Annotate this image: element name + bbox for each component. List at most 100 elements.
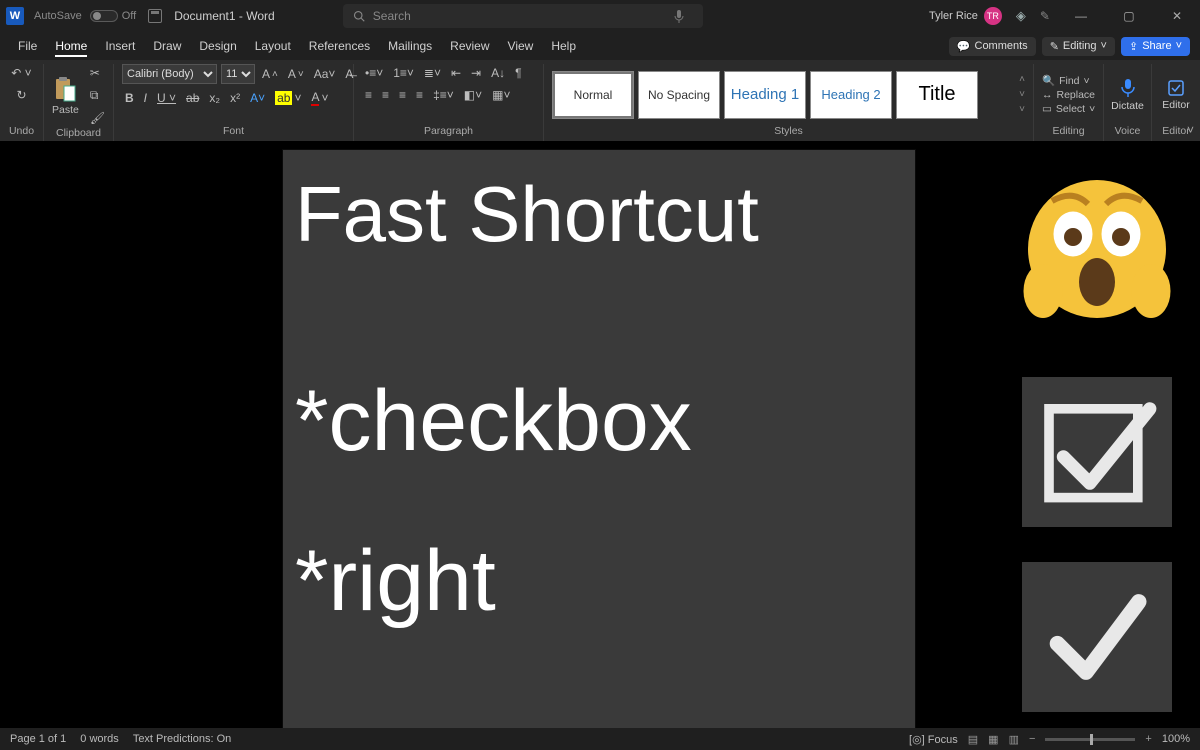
font-name-select[interactable]: Calibri (Body) <box>122 64 217 84</box>
search-icon <box>353 10 365 22</box>
menu-mailings[interactable]: Mailings <box>388 35 432 57</box>
style-title[interactable]: Title <box>896 71 978 119</box>
highlight-button[interactable]: ab˅ <box>272 89 304 107</box>
paste-icon <box>54 76 76 102</box>
diamond-icon[interactable]: ◈ <box>1016 8 1026 24</box>
doc-line-3: *right <box>295 536 903 626</box>
strike-button[interactable]: ab <box>183 89 202 107</box>
shading-button[interactable]: ◧˅ <box>461 86 485 104</box>
bold-button[interactable]: B <box>122 89 137 107</box>
copy-button[interactable]: ⧉ <box>87 86 102 105</box>
menu-layout[interactable]: Layout <box>255 35 291 57</box>
select-button[interactable]: ▭ Select ˅ <box>1042 103 1095 115</box>
menu-review[interactable]: Review <box>450 35 489 57</box>
user-name: Tyler Rice <box>929 10 978 22</box>
align-left-button[interactable]: ≡ <box>362 86 375 104</box>
group-editing-label: Editing <box>1042 125 1095 139</box>
align-right-button[interactable]: ≡ <box>396 86 409 104</box>
dictate-button[interactable]: Dictate <box>1111 78 1144 112</box>
cut-button[interactable]: ✂ <box>87 64 103 82</box>
style-heading2[interactable]: Heading 2 <box>810 71 892 119</box>
font-size-select[interactable]: 11 <box>221 64 255 84</box>
status-predictions[interactable]: Text Predictions: On <box>133 733 231 745</box>
coming-soon-icon[interactable]: ✎ <box>1040 9 1050 23</box>
menu-bar: File Home Insert Draw Design Layout Refe… <box>0 32 1200 60</box>
zoom-out-button[interactable]: − <box>1029 733 1035 745</box>
styles-down-icon[interactable]: ˅ <box>1019 89 1025 100</box>
paste-button[interactable]: Paste <box>52 76 79 116</box>
align-center-button[interactable]: ≡ <box>379 86 392 104</box>
page[interactable]: Fast Shortcut *checkbox *right <box>283 150 915 730</box>
share-button[interactable]: ⇪ Share ˅ <box>1121 37 1190 56</box>
undo-button[interactable]: ↶ ˅ <box>8 64 34 82</box>
increase-indent-button[interactable]: ⇥ <box>468 64 484 82</box>
style-no-spacing[interactable]: No Spacing <box>638 71 720 119</box>
styles-more-icon[interactable]: ˅ <box>1019 104 1025 115</box>
doc-line-2: *checkbox <box>295 376 903 466</box>
menu-home[interactable]: Home <box>55 35 87 57</box>
focus-mode-button[interactable]: [◎] Focus <box>909 733 958 746</box>
change-case-button[interactable]: Aa˅ <box>311 65 339 83</box>
minimize-button[interactable]: — <box>1064 9 1098 23</box>
search-input[interactable]: Search <box>343 4 703 28</box>
save-icon[interactable] <box>148 9 162 23</box>
menu-file[interactable]: File <box>18 35 37 57</box>
web-layout-icon[interactable]: ▥ <box>1009 733 1019 746</box>
grow-font-button[interactable]: A˄ <box>259 65 281 83</box>
borders-button[interactable]: ▦˅ <box>489 86 513 104</box>
zoom-in-button[interactable]: + <box>1145 733 1151 745</box>
italic-button[interactable]: I <box>141 89 150 107</box>
mic-icon[interactable] <box>673 9 685 23</box>
line-spacing-button[interactable]: ‡≡˅ <box>430 86 457 104</box>
zoom-level[interactable]: 100% <box>1162 733 1190 745</box>
find-button[interactable]: 🔍 Find ˅ <box>1042 74 1095 87</box>
menu-insert[interactable]: Insert <box>105 35 135 57</box>
mic-icon <box>1120 78 1136 98</box>
style-heading1[interactable]: Heading 1 <box>724 71 806 119</box>
style-normal[interactable]: Normal <box>552 71 634 119</box>
comments-button[interactable]: 💬 Comments <box>949 37 1036 56</box>
styles-gallery[interactable]: Normal No Spacing Heading 1 Heading 2 Ti… <box>552 71 978 119</box>
menu-view[interactable]: View <box>508 35 534 57</box>
shrink-font-button[interactable]: A˅ <box>285 65 307 83</box>
menu-references[interactable]: References <box>309 35 370 57</box>
print-layout-icon[interactable]: ▤ <box>968 733 978 746</box>
redo-button[interactable]: ↻ <box>13 86 29 104</box>
read-mode-icon[interactable]: ▦ <box>988 733 998 746</box>
account-button[interactable]: Tyler Rice TR <box>929 7 1002 25</box>
replace-button[interactable]: ↔ Replace <box>1042 89 1095 101</box>
close-button[interactable]: ✕ <box>1160 9 1194 23</box>
autosave-state: Off <box>122 10 136 22</box>
editing-mode-button[interactable]: ✎ Editing ˅ <box>1042 37 1115 56</box>
editor-icon <box>1167 79 1185 97</box>
underline-button[interactable]: U ˅ <box>154 89 179 107</box>
menu-design[interactable]: Design <box>199 35 236 57</box>
numbering-button[interactable]: 1≡˅ <box>390 64 417 82</box>
justify-button[interactable]: ≡ <box>413 86 426 104</box>
autosave-toggle[interactable]: Off <box>86 10 136 22</box>
ribbon: ↶ ˅ ↻ Undo Paste ✂ ⧉ 🖌 Clipboard Calibri… <box>0 60 1200 142</box>
maximize-button[interactable]: ▢ <box>1112 9 1146 23</box>
menu-draw[interactable]: Draw <box>153 35 181 57</box>
font-color-button[interactable]: A˅ <box>308 88 331 108</box>
document-canvas[interactable]: Fast Shortcut *checkbox *right <box>0 142 1200 728</box>
status-page[interactable]: Page 1 of 1 <box>10 733 66 745</box>
group-clipboard-label: Clipboard <box>52 127 105 141</box>
multilevel-button[interactable]: ≣˅ <box>421 64 444 82</box>
editor-button[interactable]: Editor <box>1162 79 1189 111</box>
menu-help[interactable]: Help <box>551 35 576 57</box>
collapse-ribbon-button[interactable]: ˅ <box>1187 123 1194 137</box>
sort-button[interactable]: A↓ <box>488 64 508 82</box>
text-effects-button[interactable]: A˅ <box>247 89 268 107</box>
format-painter-button[interactable]: 🖌 <box>87 109 108 127</box>
scream-emoji-icon <box>1022 174 1172 324</box>
show-marks-button[interactable]: ¶ <box>512 64 524 82</box>
group-undo-label: Undo <box>8 125 35 139</box>
zoom-slider[interactable] <box>1045 738 1135 741</box>
styles-up-icon[interactable]: ˄ <box>1019 74 1025 85</box>
superscript-button[interactable]: x² <box>227 89 243 107</box>
decrease-indent-button[interactable]: ⇤ <box>448 64 464 82</box>
status-words[interactable]: 0 words <box>80 733 119 745</box>
bullets-button[interactable]: •≡˅ <box>362 64 386 82</box>
subscript-button[interactable]: x₂ <box>206 89 223 107</box>
